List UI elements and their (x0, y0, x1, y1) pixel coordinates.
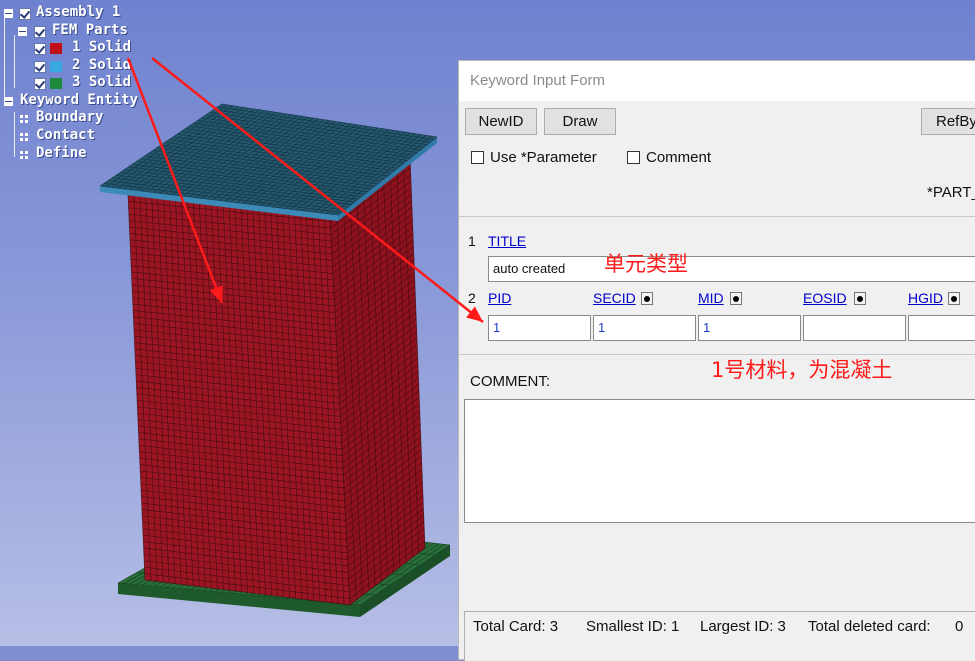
collapse-icon[interactable] (4, 9, 13, 18)
secid-pick-icon[interactable] (641, 292, 653, 305)
comment-label: Comment (646, 149, 712, 166)
status-bar: Total Card: 3 Smallest ID: 1 Largest ID:… (464, 611, 975, 661)
tree-item-label: 1 Solid (72, 39, 132, 55)
element-type-annotation: 单元类型 (604, 252, 688, 276)
largest-id-text: Largest ID: 3 (700, 618, 786, 635)
part-color-swatch (50, 43, 62, 54)
mid-pick-icon[interactable] (730, 292, 742, 305)
part-color-swatch (50, 61, 62, 72)
use-parameter-label: Use *Parameter (490, 149, 597, 166)
eosid-field-link[interactable]: EOSID (803, 290, 847, 306)
draw-button[interactable]: Draw (544, 108, 616, 135)
hgid-pick-icon[interactable] (948, 292, 960, 305)
visibility-checkbox[interactable] (34, 26, 46, 38)
comment-textarea[interactable] (464, 399, 975, 523)
visibility-checkbox[interactable] (19, 8, 31, 20)
expand-icon[interactable] (20, 133, 28, 141)
deleted-card-value: 0 (955, 618, 964, 635)
visibility-checkbox[interactable] (34, 61, 46, 73)
card-index: 1 (468, 233, 476, 249)
tree-item-label: 3 Solid (72, 74, 132, 90)
smallest-id-text: Smallest ID: 1 (586, 618, 680, 635)
part-color-swatch (50, 78, 62, 89)
collapse-icon[interactable] (18, 27, 27, 36)
divider (459, 216, 975, 217)
tree-item-label: Define (36, 145, 87, 161)
hgid-input[interactable] (908, 315, 975, 341)
tree-item-label: Keyword Entity (20, 92, 139, 108)
total-card-text: Total Card: 3 (473, 618, 559, 635)
deleted-card-text: Total deleted card: (808, 618, 931, 635)
expand-icon[interactable] (20, 151, 28, 159)
comment-section-label: COMMENT: (470, 373, 550, 390)
tree-item-label: 2 Solid (72, 57, 132, 73)
title-field-link[interactable]: TITLE (488, 233, 526, 249)
use-parameter-checkbox[interactable] (471, 151, 484, 164)
visibility-checkbox[interactable] (34, 78, 46, 90)
secid-field-link[interactable]: SECID (593, 290, 636, 306)
pid-input[interactable]: 1 (488, 315, 591, 341)
hgid-field-link[interactable]: HGID (908, 290, 943, 306)
title-input[interactable]: auto created (488, 256, 975, 282)
mid-input[interactable]: 1 (698, 315, 801, 341)
secid-input[interactable]: 1 (593, 315, 696, 341)
material-annotation: 1号材料，为混凝土 (711, 358, 893, 382)
eosid-pick-icon[interactable] (854, 292, 866, 305)
expand-icon[interactable] (20, 115, 28, 123)
tree-item-label: FEM Parts (52, 22, 128, 38)
tree-item-label: Assembly 1 (36, 4, 121, 20)
refby-button[interactable]: RefBy (921, 108, 975, 135)
pid-field-link[interactable]: PID (488, 290, 511, 306)
tree-item-label: Contact (36, 127, 96, 143)
visibility-checkbox[interactable] (34, 43, 46, 55)
mid-field-link[interactable]: MID (698, 290, 724, 306)
dialog-title: Keyword Input Form (459, 61, 975, 101)
card-index: 2 (468, 290, 476, 306)
eosid-input[interactable] (803, 315, 906, 341)
newid-button[interactable]: NewID (465, 108, 537, 135)
comment-checkbox[interactable] (627, 151, 640, 164)
keyword-name: *PART_ (927, 184, 975, 201)
collapse-icon[interactable] (4, 97, 13, 106)
model-tree: Assembly 1 FEM Parts 1 Solid 2 Solid 3 S… (0, 0, 200, 170)
tree-item-label: Boundary (36, 109, 104, 125)
